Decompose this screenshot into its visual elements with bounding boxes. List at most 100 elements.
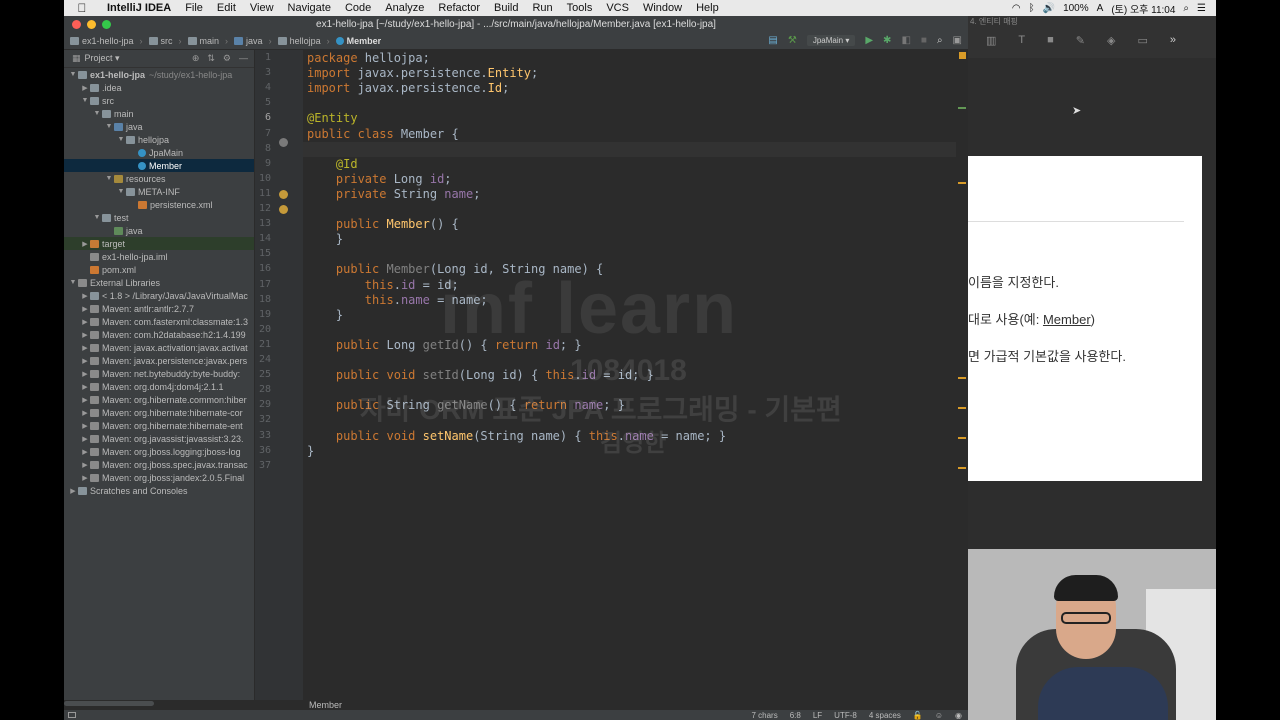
- tree-node[interactable]: ▶ Maven: com.h2database:h2:1.4.199: [64, 328, 254, 341]
- volume-icon[interactable]: 🔊: [1043, 3, 1055, 14]
- apple-icon[interactable]: : [64, 1, 100, 15]
- menu-build[interactable]: Build: [487, 2, 525, 14]
- run-configuration-select[interactable]: JpaMain ▾: [806, 35, 856, 46]
- expand-right-icon[interactable]: ▶: [80, 292, 90, 300]
- tree-node[interactable]: ex1-hello-jpa.iml: [64, 250, 254, 263]
- breadcrumb-package[interactable]: hellojpa ›: [277, 36, 336, 46]
- expand-right-icon[interactable]: ▶: [80, 357, 90, 365]
- expand-right-icon[interactable]: ▶: [68, 487, 78, 495]
- tree-node[interactable]: ▶ Maven: net.bytebuddy:byte-buddy:: [64, 367, 254, 380]
- tool-windows-icon[interactable]: [68, 712, 76, 718]
- annotation-icon[interactable]: [279, 205, 288, 214]
- tree-node[interactable]: ▼ ex1-hello-jpa ~/study/ex1-hello-jpa: [64, 68, 254, 81]
- code-line[interactable]: }: [307, 232, 343, 246]
- expand-right-icon[interactable]: ▶: [80, 240, 90, 248]
- collapse-icon[interactable]: ⇅: [207, 53, 215, 64]
- tree-node[interactable]: JpaMain: [64, 146, 254, 159]
- chart-icon[interactable]: ▥: [986, 34, 996, 47]
- menu-refactor[interactable]: Refactor: [431, 2, 487, 14]
- tree-node[interactable]: ▶ Maven: antlr:antlr:2.7.7: [64, 302, 254, 315]
- spotlight-icon[interactable]: ⌕: [1183, 3, 1189, 14]
- breadcrumb-project[interactable]: ex1-hello-jpa ›: [70, 36, 149, 46]
- expand-down-icon[interactable]: ▼: [116, 188, 126, 195]
- expand-right-icon[interactable]: ▶: [80, 396, 90, 404]
- warning-marker[interactable]: [958, 467, 966, 469]
- code-line[interactable]: @Entity: [307, 111, 358, 125]
- fill-icon[interactable]: ◈: [1107, 34, 1115, 47]
- horizontal-scrollbar[interactable]: [64, 701, 154, 706]
- tree-node[interactable]: ▼ src: [64, 94, 254, 107]
- code-line[interactable]: private Long id;: [307, 172, 452, 186]
- code-line[interactable]: public Member(Long id, String name) {: [307, 262, 603, 276]
- clock[interactable]: (토) 오후 11:04: [1111, 1, 1175, 16]
- tree-node[interactable]: ▶ Maven: org.hibernate.common:hiber: [64, 393, 254, 406]
- expand-right-icon[interactable]: ▶: [80, 383, 90, 391]
- inspector-icon[interactable]: ☺: [935, 711, 943, 720]
- code-line[interactable]: public void setName(String name) { this.…: [307, 429, 726, 443]
- pen-icon[interactable]: ✎: [1076, 34, 1085, 47]
- tree-node[interactable]: ▶ Maven: org.dom4j:dom4j:2.1.1: [64, 380, 254, 393]
- expand-right-icon[interactable]: ▶: [80, 305, 90, 313]
- text-icon[interactable]: T: [1018, 34, 1025, 47]
- expand-right-icon[interactable]: ▶: [80, 448, 90, 456]
- tree-node[interactable]: ▶ Maven: javax.activation:javax.activat: [64, 341, 254, 354]
- bluetooth-icon[interactable]: ᛒ: [1029, 3, 1035, 14]
- expand-right-icon[interactable]: ▶: [80, 409, 90, 417]
- expand-down-icon[interactable]: ▼: [68, 279, 78, 286]
- breadcrumb-class[interactable]: Member: [335, 36, 388, 46]
- menu-window[interactable]: Window: [636, 2, 689, 14]
- lock-icon[interactable]: 🔓: [913, 711, 923, 720]
- tree-node[interactable]: pom.xml: [64, 263, 254, 276]
- wifi-icon[interactable]: ◠: [1012, 3, 1021, 14]
- tree-node[interactable]: ▶ target: [64, 237, 254, 250]
- locate-icon[interactable]: ⊕: [192, 53, 200, 64]
- tree-node[interactable]: Member: [64, 159, 254, 172]
- event-log-icon[interactable]: ◉: [955, 711, 962, 720]
- input-source-icon[interactable]: A: [1097, 3, 1104, 14]
- app-menu[interactable]: IntelliJ IDEA: [100, 2, 178, 14]
- code-line[interactable]: package hellojpa;: [307, 51, 430, 65]
- tree-node[interactable]: ▶ Maven: org.javassist:javassist:3.23.: [64, 432, 254, 445]
- menu-file[interactable]: File: [178, 2, 210, 14]
- code-editor[interactable]: package hellojpa; import javax.persistenc…: [303, 50, 968, 700]
- menu-view[interactable]: View: [243, 2, 281, 14]
- code-line[interactable]: }: [307, 444, 314, 458]
- code-line[interactable]: import javax.persistence.Entity;: [307, 66, 538, 80]
- shape-icon[interactable]: ■: [1047, 34, 1054, 47]
- override-icon[interactable]: [279, 190, 288, 199]
- more-chevron-icon[interactable]: »: [1170, 34, 1176, 47]
- expand-down-icon[interactable]: ▼: [104, 175, 114, 182]
- expand-right-icon[interactable]: ▶: [80, 461, 90, 469]
- tree-node[interactable]: persistence.xml: [64, 198, 254, 211]
- caret-position[interactable]: 6:8: [790, 711, 801, 720]
- editor-breadcrumb[interactable]: Member: [255, 700, 968, 710]
- expand-down-icon[interactable]: ▼: [116, 136, 126, 143]
- tree-node[interactable]: ▼ External Libraries: [64, 276, 254, 289]
- tree-node[interactable]: ▶ < 1.8 > /Library/Java/JavaVirtualMac: [64, 289, 254, 302]
- tree-node[interactable]: ▶ .idea: [64, 81, 254, 94]
- expand-right-icon[interactable]: ▶: [80, 474, 90, 482]
- tree-node[interactable]: ▶ Maven: org.jboss.logging:jboss-log: [64, 445, 254, 458]
- tree-node[interactable]: ▶ Maven: javax.persistence:javax.pers: [64, 354, 254, 367]
- warning-marker[interactable]: [958, 407, 966, 409]
- tree-node[interactable]: ▼ hellojpa: [64, 133, 254, 146]
- menu-code[interactable]: Code: [338, 2, 378, 14]
- code-line[interactable]: this.id = id;: [307, 278, 459, 292]
- warning-marker[interactable]: [958, 377, 966, 379]
- code-line[interactable]: public Long getId() { return id; }: [307, 338, 582, 352]
- search-icon[interactable]: ⌕: [937, 35, 943, 46]
- tree-node[interactable]: ▶ Maven: org.hibernate:hibernate-ent: [64, 419, 254, 432]
- code-line[interactable]: public void setId(Long id) { this.id = i…: [307, 368, 654, 382]
- menu-run[interactable]: Run: [525, 2, 559, 14]
- breadcrumb-src[interactable]: src ›: [148, 36, 188, 46]
- fold-icon[interactable]: [279, 138, 288, 147]
- menu-tools[interactable]: Tools: [560, 2, 600, 14]
- indent-setting[interactable]: 4 spaces: [869, 711, 901, 720]
- breadcrumb-java[interactable]: java ›: [234, 36, 278, 46]
- stop-icon[interactable]: ■: [921, 35, 927, 46]
- tree-node[interactable]: ▶ Maven: org.jboss:jandex:2.0.5.Final: [64, 471, 254, 484]
- tool-window-icon[interactable]: ▣: [953, 35, 962, 46]
- menu-edit[interactable]: Edit: [210, 2, 243, 14]
- expand-right-icon[interactable]: ▶: [80, 422, 90, 430]
- line-separator[interactable]: LF: [813, 711, 822, 720]
